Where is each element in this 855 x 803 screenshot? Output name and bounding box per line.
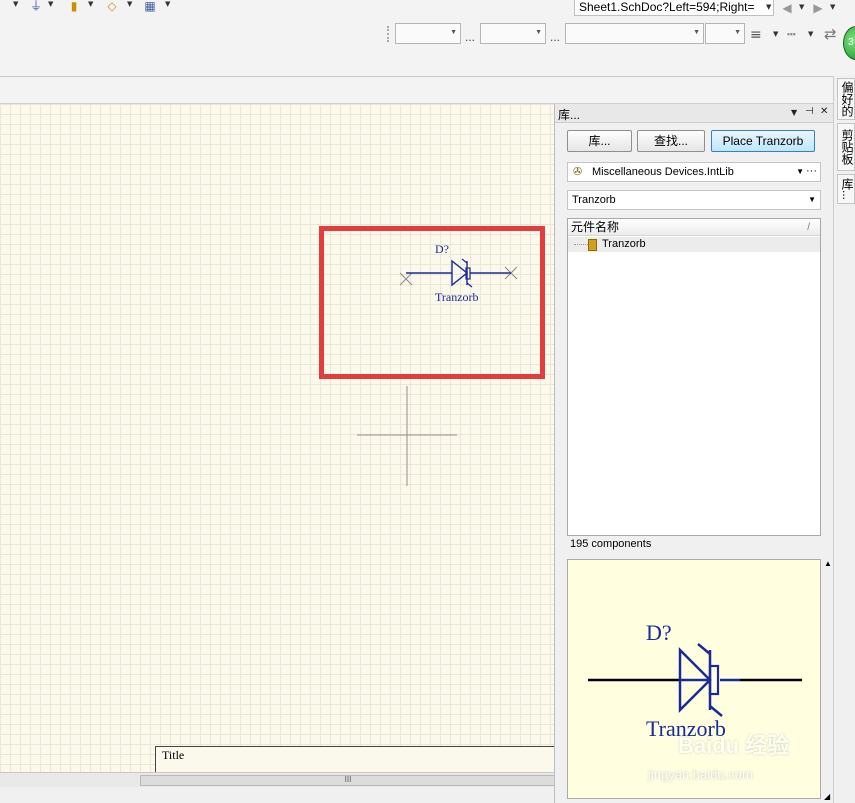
schematic-canvas[interactable]: D? Tranzorb: [0, 104, 554, 772]
chevron-down-icon[interactable]: ▼: [13, 0, 18, 8]
toolbar-combo-3[interactable]: ▼: [565, 23, 704, 44]
toolbar-combo-4[interactable]: ▼: [705, 23, 745, 44]
status-strip: [0, 787, 554, 803]
toolbar-ellipsis: ...: [550, 30, 561, 44]
swap-icon[interactable]: ⇄: [824, 25, 837, 43]
scrollbar-thumb[interactable]: III: [140, 775, 556, 786]
highlight-box: [319, 226, 545, 379]
toolbar-grip[interactable]: [387, 26, 392, 42]
status-orb-icon[interactable]: 3: [843, 26, 855, 60]
port-icon[interactable]: ◇: [104, 0, 120, 14]
title-block-label: Title: [162, 748, 185, 762]
chevron-down-icon[interactable]: ▼: [808, 30, 813, 38]
ground-icon[interactable]: ⏚: [28, 0, 44, 14]
chevron-down-icon[interactable]: ▼: [773, 30, 778, 38]
component-count: 195 components: [570, 538, 652, 550]
chevron-down-icon[interactable]: ▼: [88, 0, 93, 8]
library-icon: ✇: [573, 165, 583, 178]
watermark-brand: Baidu 经验: [678, 733, 790, 758]
side-panel-tabs: 偏好的 剪贴板 库...: [833, 76, 855, 803]
horizontal-scrollbar[interactable]: III: [0, 772, 556, 787]
panel-menu-icon[interactable]: ▼: [791, 108, 797, 117]
watermark-url: jingyan.baidu.com: [648, 767, 753, 782]
chevron-down-icon[interactable]: ▼: [799, 3, 804, 11]
title-block: Title: [155, 746, 555, 773]
line-style-icon[interactable]: ┅: [787, 27, 795, 43]
chevron-down-icon[interactable]: ▼: [766, 3, 771, 11]
chevron-down-icon[interactable]: ▼: [165, 0, 170, 8]
align-icon[interactable]: ≡: [750, 27, 762, 43]
tab-libraries[interactable]: 库...: [837, 174, 855, 204]
chevron-down-icon: ▼: [796, 167, 804, 176]
document-tab-strip: [0, 77, 855, 104]
toolbar-combo-2[interactable]: ▼: [480, 23, 546, 44]
library-panel: 库... ▼ ⊣ ✕ 库... 查找... Place Tranzorb ✇ M…: [554, 104, 834, 803]
tab-clipboard[interactable]: 剪贴板: [837, 123, 855, 171]
panel-title: 库...: [558, 108, 581, 122]
tab-favorites[interactable]: 偏好的: [837, 78, 855, 120]
scroll-up-icon[interactable]: ▲: [824, 559, 832, 568]
search-button[interactable]: 查找...: [637, 130, 705, 152]
column-header-name[interactable]: 元件名称 /: [568, 219, 820, 236]
resize-grip-icon[interactable]: ◢: [824, 792, 830, 801]
library-select[interactable]: ✇ Miscellaneous Devices.IntLib ▼ ···: [567, 162, 821, 182]
close-icon[interactable]: ✕: [820, 106, 828, 117]
libraries-button[interactable]: 库...: [567, 130, 632, 152]
sort-icon: /: [807, 222, 810, 233]
component-list[interactable]: 元件名称 / Tranzorb: [567, 218, 821, 536]
panel-header: 库... ▼ ⊣ ✕: [555, 104, 834, 123]
place-component-button[interactable]: Place Tranzorb: [711, 130, 815, 152]
preview-designator: D?: [646, 620, 672, 645]
pin-icon[interactable]: ⊣: [805, 106, 814, 117]
more-options-icon[interactable]: ···: [806, 162, 817, 180]
main-toolbar: ▼ ⏚ ▼ ▮ ▼ ◇ ▼ ▦ ▼ Sheet1.SchDoc?Left=594…: [0, 0, 855, 76]
preview-drawing: D? Tranzorb: [588, 620, 802, 741]
probe-icon[interactable]: ▮: [66, 0, 82, 14]
crosshair-cursor: [357, 386, 457, 486]
symbol-preview: D? Tranzorb Baidu 经验 jingyan.baidu.com: [567, 559, 821, 799]
toolbar-ellipsis: ...: [465, 30, 476, 44]
toolbar-combo-1[interactable]: ▼: [395, 23, 461, 44]
chevron-down-icon: ▼: [808, 195, 816, 204]
forward-icon[interactable]: ▶: [810, 0, 826, 16]
component-icon: [588, 239, 597, 251]
address-bar[interactable]: Sheet1.SchDoc?Left=594;Right=: [574, 0, 774, 16]
filter-input[interactable]: Tranzorb ▼: [567, 190, 821, 210]
tree-connector: [574, 244, 588, 245]
chevron-down-icon[interactable]: ▼: [830, 3, 835, 11]
grid-icon[interactable]: ▦: [142, 0, 158, 14]
chevron-down-icon[interactable]: ▼: [48, 0, 53, 8]
schematic-drawing: D? Tranzorb: [357, 242, 518, 486]
baidu-watermark: Baidu 经验: [678, 728, 789, 760]
chevron-down-icon[interactable]: ▼: [127, 0, 132, 8]
back-icon[interactable]: ◀: [779, 0, 795, 16]
list-item[interactable]: Tranzorb: [568, 237, 820, 252]
